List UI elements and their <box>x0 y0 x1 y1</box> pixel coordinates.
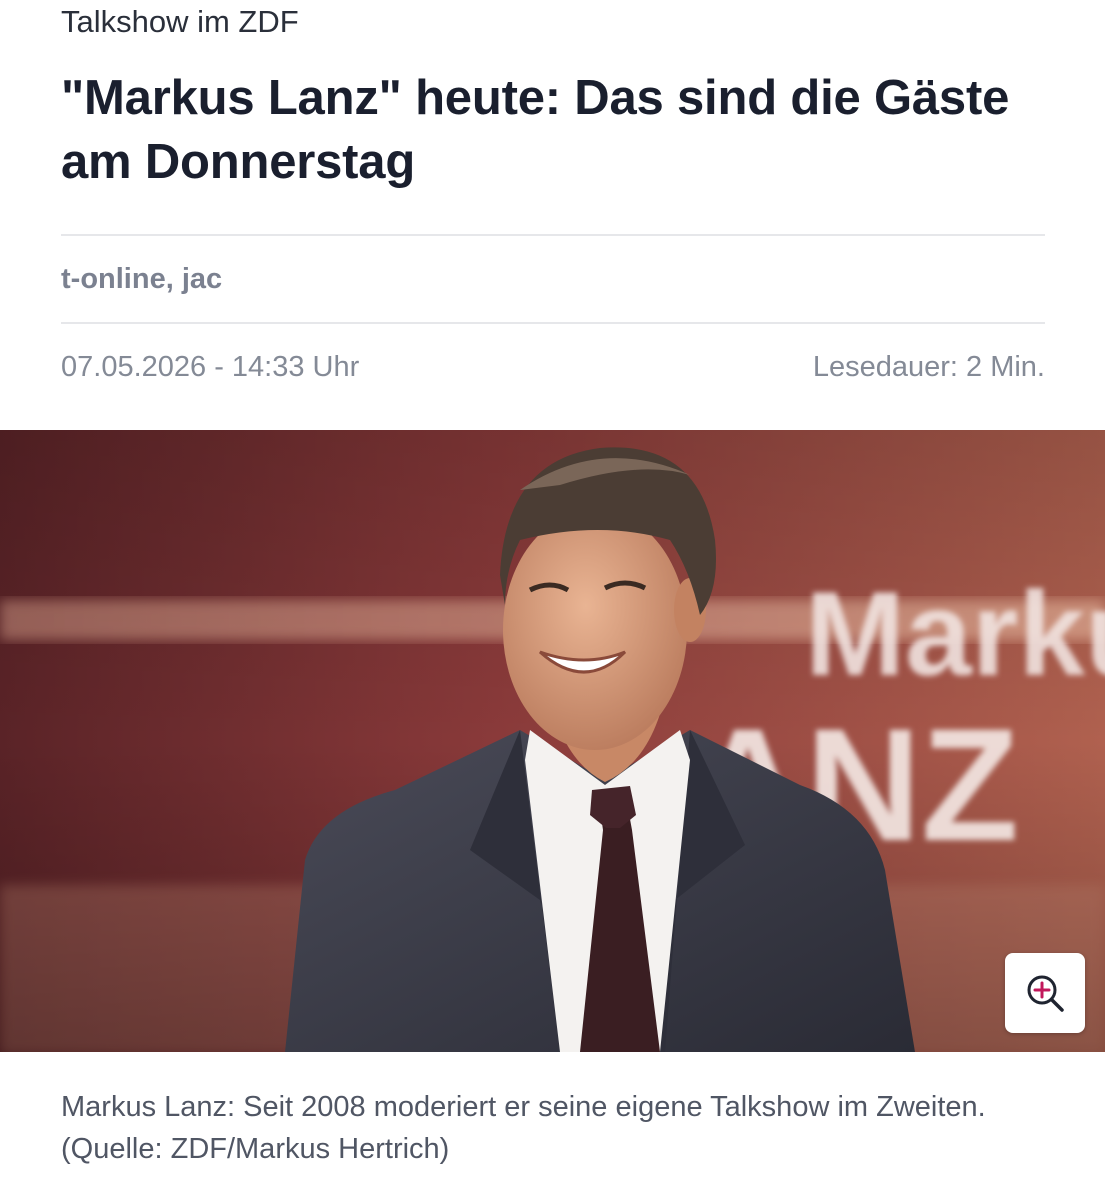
article-author[interactable]: t-online, jac <box>61 260 222 298</box>
backdrop-word-1: Marku <box>805 567 1105 701</box>
article-kicker: Talkshow im ZDF <box>61 4 299 39</box>
article-hero-image[interactable]: Marku ANZ <box>0 430 1105 1052</box>
divider <box>61 322 1045 324</box>
publish-date: 07.05.2026 - 14:33 Uhr <box>61 351 360 383</box>
divider <box>61 234 1045 236</box>
reading-time: Lesedauer: 2 Min. <box>812 351 1045 383</box>
image-zoom-button[interactable] <box>1005 953 1085 1033</box>
image-caption: Markus Lanz: Seit 2008 moderiert er sein… <box>61 1091 986 1165</box>
zoom-in-icon <box>1027 975 1064 1012</box>
article-headline: "Markus Lanz" heute: Das sind die Gäste … <box>61 71 1010 189</box>
hero-photo: Marku ANZ <box>0 430 1105 1052</box>
article-meta: 07.05.2026 - 14:33 Uhr Lesedauer: 2 Min. <box>61 348 1045 386</box>
